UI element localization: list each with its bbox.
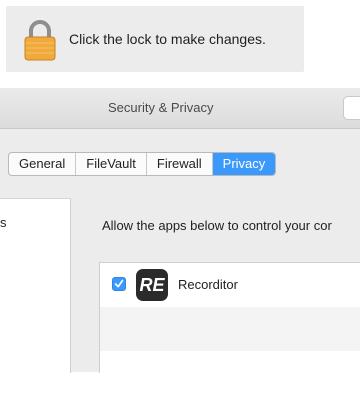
allow-description: Allow the apps below to control your cor (102, 218, 332, 233)
lock-message: Click the lock to make changes. (69, 31, 266, 47)
search-field[interactable] (343, 96, 360, 120)
empty-row (100, 351, 360, 395)
app-name: Recorditor (178, 277, 238, 292)
category-item[interactable]: s (0, 215, 7, 230)
tab-general[interactable]: General (9, 153, 77, 175)
app-list: RE Recorditor (99, 262, 360, 395)
security-privacy-window: Security & Privacy General FileVault Fir… (0, 88, 360, 395)
tab-firewall[interactable]: Firewall (147, 153, 213, 175)
privacy-detail: Allow the apps below to control your cor… (84, 198, 360, 395)
tab-filevault[interactable]: FileVault (76, 153, 147, 175)
privacy-category-list: s (0, 198, 71, 373)
app-row-recorditor: RE Recorditor (100, 263, 360, 307)
recorditor-icon-letters: RE (139, 275, 165, 295)
empty-row (100, 307, 360, 351)
checkmark-icon (114, 279, 124, 288)
tab-privacy[interactable]: Privacy (212, 153, 276, 175)
titlebar: Security & Privacy (0, 88, 360, 129)
recorditor-checkbox[interactable] (112, 277, 126, 291)
tab-bar: General FileVault Firewall Privacy (8, 152, 277, 176)
lock-notice: Click the lock to make changes. (6, 6, 304, 72)
recorditor-app-icon: RE (136, 269, 168, 301)
lock-icon[interactable] (20, 18, 60, 62)
window-title: Security & Privacy (108, 100, 214, 115)
